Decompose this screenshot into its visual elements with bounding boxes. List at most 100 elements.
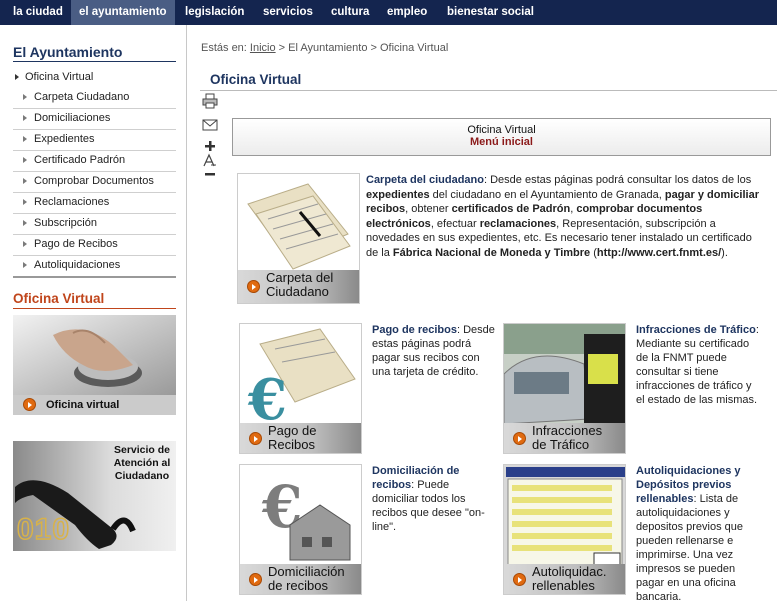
nav-bienestar-social[interactable]: bienestar social bbox=[439, 0, 542, 25]
sidebar-item-domiciliaciones[interactable]: Domiciliaciones bbox=[13, 109, 176, 130]
oficina-virtual-caption: Oficina virtual bbox=[13, 395, 176, 415]
envelope-icon[interactable] bbox=[202, 118, 218, 132]
sidebar-item-reclamaciones[interactable]: Reclamaciones bbox=[13, 193, 176, 214]
breadcrumb-separator: > bbox=[275, 42, 289, 54]
nav-empleo[interactable]: empleo bbox=[379, 0, 435, 25]
nav-el-ayuntamiento[interactable]: el ayuntamiento bbox=[71, 0, 175, 25]
description-text: , efectuar bbox=[430, 217, 480, 230]
description-text: , obtener bbox=[405, 203, 452, 215]
play-arrow-icon bbox=[247, 280, 260, 293]
oficina-virtual-caption-text: Oficina virtual bbox=[46, 399, 120, 411]
printer-icon[interactable] bbox=[202, 93, 218, 109]
sidebar-item-certificado-padron[interactable]: Certificado Padrón bbox=[13, 151, 176, 172]
breadcrumb-separator: > bbox=[367, 42, 380, 54]
description-title: Infracciones de Tráfico bbox=[636, 324, 756, 336]
arrow-bullet-icon bbox=[15, 74, 19, 80]
oficina-virtual-promo[interactable]: Oficina virtual bbox=[13, 315, 176, 415]
arrow-bullet-icon bbox=[23, 115, 27, 121]
domiciliacion-caption-text: Domiciliación de recibos bbox=[268, 564, 345, 593]
play-arrow-icon bbox=[513, 573, 526, 586]
carpeta-ciudadano-tile[interactable]: Carpeta del Ciudadano bbox=[237, 173, 360, 304]
autoliquidaciones-caption: Autoliquidac. rellenables bbox=[504, 564, 625, 594]
sidebar-item-label: Certificado Padrón bbox=[34, 154, 126, 166]
description-text: reclamaciones bbox=[479, 217, 557, 230]
phone-010-number: 010 bbox=[16, 512, 71, 547]
carpeta-description: Carpeta del ciudadano: Desde estas págin… bbox=[366, 173, 766, 260]
autoliquidaciones-description: Autoliquidaciones y Depósitos previos re… bbox=[636, 464, 761, 604]
breadcrumb-home-link[interactable]: Inicio bbox=[250, 42, 276, 54]
nav-la-ciudad[interactable]: la ciudad bbox=[5, 0, 71, 25]
sidebar-item-autoliquidaciones[interactable]: Autoliquidaciones bbox=[13, 256, 176, 278]
font-size-icon[interactable] bbox=[202, 153, 218, 167]
description-text: certificados de Padrón bbox=[451, 203, 571, 215]
sidebar-item-label: Oficina Virtual bbox=[25, 71, 94, 83]
sidebar-item-label: Reclamaciones bbox=[34, 196, 110, 208]
description-text: Fábrica Nacional de Moneda y Timbre bbox=[392, 246, 591, 259]
sidebar-item-label: Domiciliaciones bbox=[34, 112, 111, 124]
play-arrow-icon bbox=[23, 398, 36, 411]
carpeta-caption: Carpeta del Ciudadano bbox=[238, 270, 359, 303]
nav-servicios[interactable]: servicios bbox=[255, 0, 321, 25]
description-text: expedientes bbox=[366, 188, 430, 201]
top-navigation: la ciudad el ayuntamiento legislación se… bbox=[0, 0, 777, 25]
description-text: : Desde estas páginas podrá consultar lo… bbox=[483, 174, 752, 186]
sidebar-item-label: Carpeta Ciudadano bbox=[34, 91, 130, 103]
domiciliacion-caption: Domiciliación de recibos bbox=[240, 564, 361, 594]
page-title: Oficina Virtual bbox=[210, 72, 302, 87]
play-arrow-icon bbox=[249, 432, 262, 445]
description-title: Pago de recibos bbox=[372, 324, 457, 336]
sidebar-heading-rule bbox=[13, 61, 176, 62]
pago-description: Pago de recibos: Desde estas páginas pod… bbox=[372, 323, 497, 379]
pago-recibos-tile[interactable]: € Pago de Recibos bbox=[239, 323, 362, 454]
atencion-ciudadano-promo[interactable]: Servicio de Atención al Ciudadano 010 bbox=[13, 441, 176, 551]
arrow-bullet-icon bbox=[23, 178, 27, 184]
sidebar-item-subscripcion[interactable]: Subscripción bbox=[13, 214, 176, 235]
sidebar-item-comprobar-documentos[interactable]: Comprobar Documentos bbox=[13, 172, 176, 193]
sidebar-item-label: Subscripción bbox=[34, 217, 97, 229]
pago-caption: Pago de Recibos bbox=[240, 423, 361, 453]
pago-caption-text: Pago de Recibos bbox=[268, 423, 317, 452]
arrow-bullet-icon bbox=[23, 157, 27, 163]
sidebar-item-oficina-virtual[interactable]: Oficina Virtual bbox=[13, 68, 176, 88]
description-text: : Mediante su certificado de la FNMT pue… bbox=[636, 324, 759, 406]
arrow-bullet-icon bbox=[23, 220, 27, 226]
oficina-virtual-heading: Oficina Virtual bbox=[13, 291, 105, 306]
title-divider bbox=[200, 90, 777, 91]
sidebar-item-expedientes[interactable]: Expedientes bbox=[13, 130, 176, 151]
menu-box: Oficina Virtual Menú inicial bbox=[232, 118, 771, 156]
autoliquidaciones-caption-text: Autoliquidac. rellenables bbox=[532, 564, 607, 593]
play-arrow-icon bbox=[249, 573, 262, 586]
breadcrumb-section[interactable]: El Ayuntamiento bbox=[288, 42, 367, 54]
sidebar-item-carpeta-ciudadano[interactable]: Carpeta Ciudadano bbox=[13, 88, 176, 109]
sidebar-item-label: Expedientes bbox=[34, 133, 95, 145]
menu-box-subtitle[interactable]: Menú inicial bbox=[233, 136, 770, 148]
minus-icon[interactable] bbox=[202, 168, 218, 180]
breadcrumb-current: Oficina Virtual bbox=[380, 42, 449, 54]
play-arrow-icon bbox=[513, 432, 526, 445]
infracciones-caption: Infracciones de Tráfico bbox=[504, 423, 625, 453]
autoliquidaciones-tile[interactable]: Autoliquidac. rellenables bbox=[503, 464, 626, 595]
description-text: ( bbox=[590, 246, 597, 259]
infracciones-trafico-tile[interactable]: Infracciones de Tráfico bbox=[503, 323, 626, 454]
description-text: del ciudadano en el Ayuntamiento de Gran… bbox=[429, 188, 665, 201]
sidebar-item-pago-recibos[interactable]: Pago de Recibos bbox=[13, 235, 176, 256]
sidebar-item-label: Comprobar Documentos bbox=[34, 175, 154, 187]
carpeta-caption-text: Carpeta del Ciudadano bbox=[266, 270, 334, 299]
plus-icon[interactable] bbox=[202, 140, 218, 152]
menu-box-title: Oficina Virtual bbox=[467, 124, 536, 136]
infracciones-description: Infracciones de Tráfico: Mediante su cer… bbox=[636, 323, 761, 407]
infracciones-caption-text: Infracciones de Tráfico bbox=[532, 423, 603, 452]
sidebar-item-label: Autoliquidaciones bbox=[34, 259, 121, 271]
nav-legislacion[interactable]: legislación bbox=[177, 0, 252, 25]
nav-cultura[interactable]: cultura bbox=[323, 0, 377, 25]
sidebar: El Ayuntamiento Oficina Virtual Carpeta … bbox=[0, 25, 187, 601]
arrow-bullet-icon bbox=[23, 241, 27, 247]
oficina-heading-rule bbox=[13, 308, 176, 309]
arrow-bullet-icon bbox=[23, 262, 27, 268]
arrow-bullet-icon bbox=[23, 94, 27, 100]
domiciliacion-recibos-tile[interactable]: € Domiciliación de recibos bbox=[239, 464, 362, 595]
description-title: Carpeta del ciudadano bbox=[366, 174, 484, 186]
mouse-hand-image bbox=[13, 315, 176, 395]
sidebar-heading: El Ayuntamiento bbox=[13, 44, 123, 60]
domiciliacion-description: Domiciliación de recibos: Puede domicili… bbox=[372, 464, 497, 534]
